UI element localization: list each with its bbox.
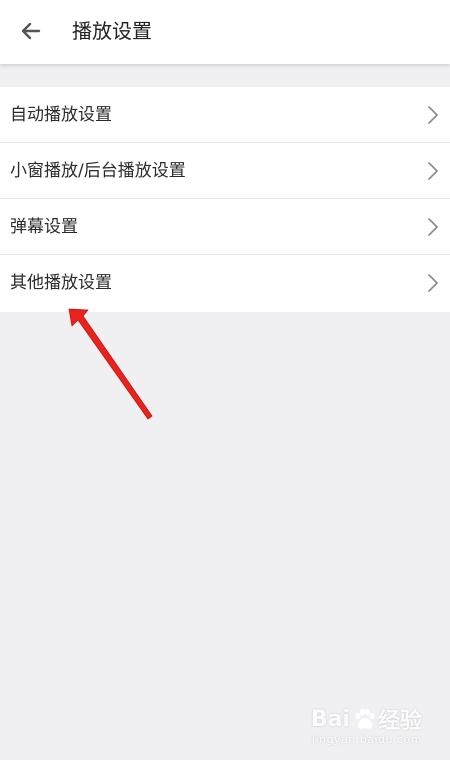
watermark-url: jingyan.baidu.com xyxy=(311,733,422,746)
settings-item-label: 小窗播放/后台播放设置 xyxy=(10,161,186,181)
annotation-arrow xyxy=(68,308,153,420)
chevron-right-icon xyxy=(428,274,438,292)
watermark-brand-right: 经验 xyxy=(377,709,422,734)
watermark-logo: Bai 经验 xyxy=(311,703,422,735)
settings-item-label: 自动播放设置 xyxy=(10,105,112,125)
back-button[interactable] xyxy=(14,14,48,48)
settings-list: 自动播放设置 小窗播放/后台播放设置 弹幕设置 其他播放设置 xyxy=(0,87,450,312)
page-title: 播放设置 xyxy=(72,19,152,43)
settings-item-label: 弹幕设置 xyxy=(10,217,78,237)
watermark-brand-left: Bai xyxy=(310,706,350,732)
paw-icon xyxy=(355,708,375,729)
chevron-right-icon xyxy=(428,162,438,180)
settings-item-autoplay[interactable]: 自动播放设置 xyxy=(0,87,450,143)
arrow-left-icon xyxy=(21,22,41,40)
baidu-jingyan-watermark: Bai 经验 jingyan.baidu.com xyxy=(311,703,422,747)
settings-item-pip-background[interactable]: 小窗播放/后台播放设置 xyxy=(0,143,450,199)
chevron-right-icon xyxy=(428,106,438,124)
chevron-right-icon xyxy=(428,218,438,236)
settings-item-danmaku[interactable]: 弹幕设置 xyxy=(0,199,450,255)
top-app-bar: 播放设置 xyxy=(0,0,450,64)
